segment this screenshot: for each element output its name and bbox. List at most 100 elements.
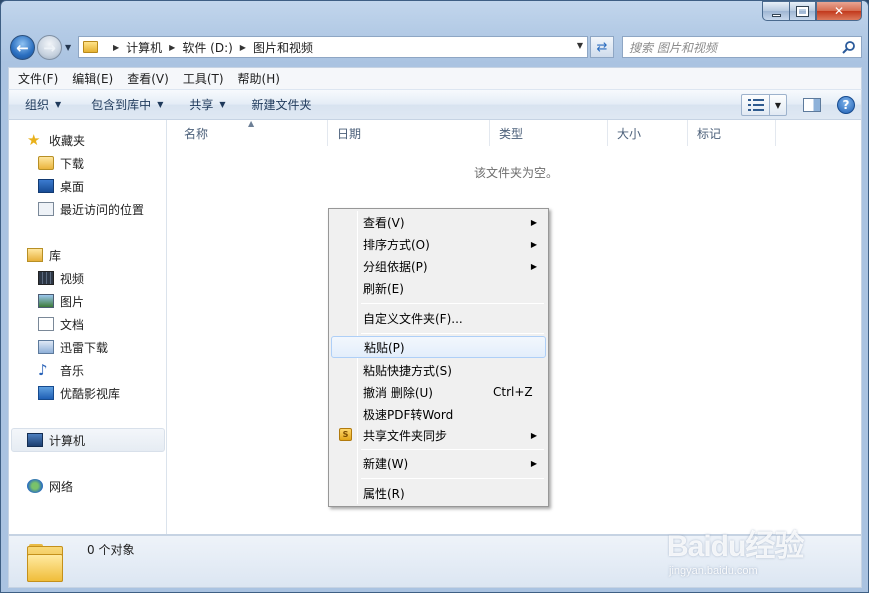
nav-computer[interactable]: 计算机 [27,430,85,450]
nav-favorites[interactable]: ★ 收藏夹 [27,130,85,150]
breadcrumb-current-folder[interactable]: 图片和视频 [253,39,313,56]
desktop-icon [38,179,54,193]
nav-music-label: 音乐 [60,363,85,378]
address-bar[interactable]: ▶ 计算机 ▶ 软件 (D:) ▶ 图片和视频 ▼ [78,36,588,58]
column-header-date[interactable]: 日期 [328,120,490,146]
maximize-icon [796,5,809,17]
ctx-paste[interactable]: 粘贴(P) [331,336,546,358]
ctx-pdf-to-word-label: 极速PDF转Word [363,407,454,422]
baidu-jingyan-watermark: Baidu经验 jingyan.baidu.com [667,521,827,591]
nav-favorites-label: 收藏夹 [49,133,86,148]
breadcrumb-separator-icon[interactable]: ▶ [169,43,175,52]
ctx-group-by-label: 分组依据(P) [363,259,428,274]
xunlei-library-icon [38,340,54,354]
ctx-paste-label: 粘贴(P) [364,340,405,355]
ctx-shared-folder-sync[interactable]: S 共享文件夹同步 ▶ [331,424,546,446]
breadcrumb-separator-icon[interactable]: ▶ [113,43,119,52]
menu-tools[interactable]: 工具(T) [176,70,231,87]
share-button[interactable]: 共享 ▼ [179,96,235,113]
refresh-button[interactable]: ⇄ [590,36,614,58]
column-size-label: 大小 [617,126,642,141]
search-icon[interactable] [842,40,856,54]
close-button[interactable]: ✕ [816,1,862,21]
nav-music[interactable]: ♪ 音乐 [38,360,84,380]
chevron-down-icon[interactable]: ▼ [770,101,786,110]
preview-pane-icon[interactable] [803,98,821,112]
column-tags-label: 标记 [697,126,722,141]
item-count: 0 个对象 [87,543,135,557]
ctx-separator [361,478,544,479]
ctx-properties-label: 属性(R) [363,486,405,501]
ctx-undo-label: 撤消 删除(U) [363,385,433,400]
address-history-dropdown[interactable]: ▼ [577,41,583,50]
ctx-separator [361,303,544,304]
help-icon[interactable]: ? [837,96,855,114]
organize-button[interactable]: 组织 ▼ [9,96,71,113]
nav-libraries[interactable]: 库 [27,245,61,265]
nav-pictures[interactable]: 图片 [38,291,84,311]
change-view-button[interactable]: ▼ [741,94,787,116]
breadcrumb-drive-d[interactable]: 软件 (D:) [182,39,232,56]
include-in-library-button[interactable]: 包含到库中 ▼ [81,96,173,113]
music-note-icon: ♪ [38,361,48,379]
menu-view[interactable]: 查看(V) [120,70,176,87]
column-header-tags[interactable]: 标记 [688,120,776,146]
nav-youku-library[interactable]: 优酷影视库 [38,383,120,403]
search-input[interactable]: 搜索 图片和视频 [622,36,862,58]
chevron-down-icon: ▼ [55,100,62,109]
menu-help[interactable]: 帮助(H) [231,70,287,87]
folder-icon [83,41,98,53]
menu-edit[interactable]: 编辑(E) [65,70,120,87]
ctx-view[interactable]: 查看(V) ▶ [331,211,546,233]
maximize-button[interactable] [789,1,816,21]
include-in-library-label: 包含到库中 [91,98,152,112]
ctx-paste-shortcut[interactable]: 粘贴快捷方式(S) [331,359,546,381]
column-header-size[interactable]: 大小 [608,120,688,146]
nav-desktop[interactable]: 桌面 [38,176,84,196]
refresh-icon: ⇄ [596,39,608,55]
back-button[interactable]: ← [10,35,35,60]
minimize-button[interactable] [762,1,789,21]
folder-icon [27,544,63,582]
nav-downloads[interactable]: 下载 [38,153,84,173]
nav-pictures-label: 图片 [60,294,85,309]
ctx-new[interactable]: 新建(W) ▶ [331,452,546,474]
ctx-refresh[interactable]: 刷新(E) [331,277,546,299]
forward-button[interactable]: → [37,35,62,60]
menu-file[interactable]: 文件(F) [11,70,65,87]
close-icon: ✕ [833,4,845,18]
nav-network[interactable]: 网络 [27,476,73,496]
nav-xunlei-downloads[interactable]: 迅雷下载 [38,337,108,357]
caption-buttons: ✕ [762,1,862,21]
nav-documents[interactable]: 文档 [38,314,84,334]
new-folder-button[interactable]: 新建文件夹 [242,96,322,113]
ctx-sort-by-label: 排序方式(O) [363,237,430,252]
column-header-name[interactable]: ▲ 名称 [168,119,328,146]
explorer-window: ✕ ← → ▼ ▶ 计算机 ▶ 软件 (D:) ▶ 图片和视频 ▼ ⇄ 搜索 图… [0,0,869,593]
breadcrumb-computer[interactable]: 计算机 [126,39,162,56]
back-arrow-icon: ← [16,38,29,57]
details-view-icon [742,95,770,115]
navigation-pane[interactable]: ★ 收藏夹 下载 桌面 最近访问的位置 库 视频 图片 文档 迅雷下载 ♪ 音乐… [9,120,167,534]
ctx-customize-folder[interactable]: 自定义文件夹(F)... [331,307,546,329]
submenu-arrow-icon: ▶ [530,261,537,271]
ctx-new-label: 新建(W) [363,456,409,471]
libraries-icon [27,248,43,262]
nav-videos[interactable]: 视频 [38,268,84,288]
ctx-undo-delete[interactable]: 撤消 删除(U) Ctrl+Z [331,381,546,403]
downloads-folder-icon [38,156,54,170]
column-name-label: 名称 [184,126,209,141]
nav-downloads-label: 下载 [60,156,85,171]
nav-documents-label: 文档 [60,317,85,332]
recent-pages-dropdown[interactable]: ▼ [65,43,71,52]
ctx-group-by[interactable]: 分组依据(P) ▶ [331,255,546,277]
ctx-sort-by[interactable]: 排序方式(O) ▶ [331,233,546,255]
column-header-type[interactable]: 类型 [490,120,608,146]
nav-youku-label: 优酷影视库 [60,386,121,401]
watermark-url: jingyan.baidu.com [669,565,758,577]
nav-recent-places[interactable]: 最近访问的位置 [38,199,144,219]
ctx-pdf-to-word[interactable]: 极速PDF转Word [331,403,546,425]
watermark-logo: Baidu经验 [667,530,804,563]
ctx-properties[interactable]: 属性(R) [331,482,546,504]
breadcrumb-separator-icon[interactable]: ▶ [240,43,246,52]
